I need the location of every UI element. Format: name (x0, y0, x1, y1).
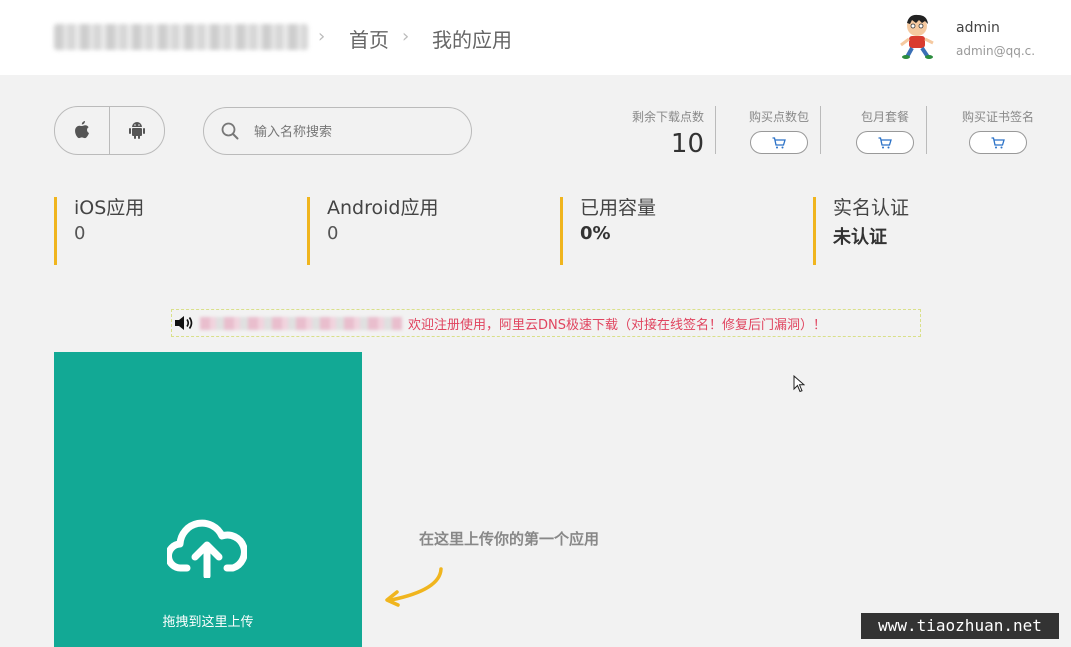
summary-value: 0% (580, 223, 611, 244)
cart-icon (991, 136, 1005, 148)
divider (715, 106, 716, 154)
upload-label: 拖拽到这里上传 (162, 615, 254, 630)
breadcrumb-separator-icon: › (318, 26, 326, 47)
speaker-icon (175, 316, 193, 330)
announcement-text[interactable]: 欢迎注册使用，阿里云DNS极速下载（对接在线签名！修复后门漏洞）！ (408, 314, 826, 333)
mouse-cursor-icon (793, 375, 805, 393)
monthly-plan-group: 包月套餐 (847, 108, 923, 154)
monthly-plan-label: 包月套餐 (860, 110, 909, 124)
watermark: www.tiaozhuan.net (861, 613, 1059, 639)
search-input[interactable] (252, 120, 456, 144)
cloud-upload-icon (167, 519, 247, 578)
buy-points-label: 购买点数包 (748, 110, 809, 124)
remaining-points: 剩余下载点数 10 (624, 108, 704, 159)
summary-title: Android应用 (327, 197, 439, 219)
divider (820, 106, 821, 154)
top-header: › 首页 › 我的应用 admin admin@qq.c... (0, 0, 1071, 75)
summary-value: 0 (327, 223, 339, 244)
search-box (203, 107, 472, 155)
buy-points-group: 购买点数包 (741, 108, 817, 154)
announcement-obscured-text (200, 316, 402, 330)
breadcrumb-current: 我的应用 (432, 28, 512, 52)
summary-ios-apps: iOS应用 0 (54, 197, 144, 265)
remaining-points-value: 10 (670, 129, 704, 159)
user-email: admin@qq.c... (956, 44, 1036, 58)
summary-title: 实名认证 (833, 197, 910, 219)
buy-points-button[interactable] (750, 131, 808, 154)
os-filter-toggle (54, 106, 165, 155)
summary-storage-used: 已用容量 0% (560, 197, 656, 265)
buy-cert-label: 购买证书签名 (961, 110, 1034, 124)
filter-android-button[interactable] (109, 107, 164, 154)
summary-verification: 实名认证 未认证 (813, 197, 909, 265)
cart-icon (772, 136, 786, 148)
upload-dropzone[interactable]: 拖拽到这里上传 (54, 352, 362, 647)
announcement-bar: 欢迎注册使用，阿里云DNS极速下载（对接在线签名！修复后门漏洞）！ (171, 309, 921, 337)
remaining-points-label: 剩余下载点数 (631, 110, 704, 124)
breadcrumb-separator-icon: › (402, 26, 410, 47)
cart-icon (878, 136, 892, 148)
summary-value: 0 (74, 223, 86, 244)
buy-cert-button[interactable] (969, 131, 1027, 154)
user-name[interactable]: admin (956, 20, 1000, 36)
summary-value[interactable]: 未认证 (833, 223, 909, 249)
buy-cert-group: 购买证书签名 (952, 108, 1044, 154)
monthly-plan-button[interactable] (856, 131, 914, 154)
summary-android-apps: Android应用 0 (307, 197, 438, 265)
breadcrumb-home[interactable]: 首页 (349, 24, 389, 53)
site-logo[interactable] (54, 24, 308, 50)
summary-title: iOS应用 (74, 197, 145, 219)
summary-title: 已用容量 (580, 197, 657, 219)
filter-ios-button[interactable] (55, 107, 109, 154)
apple-icon (75, 121, 89, 139)
android-icon (129, 122, 145, 139)
search-icon (221, 122, 239, 140)
curved-arrow-icon (385, 567, 443, 607)
divider (926, 106, 927, 154)
upload-hint: 在这里上传你的第一个应用 (419, 530, 600, 548)
avatar[interactable] (897, 13, 939, 59)
